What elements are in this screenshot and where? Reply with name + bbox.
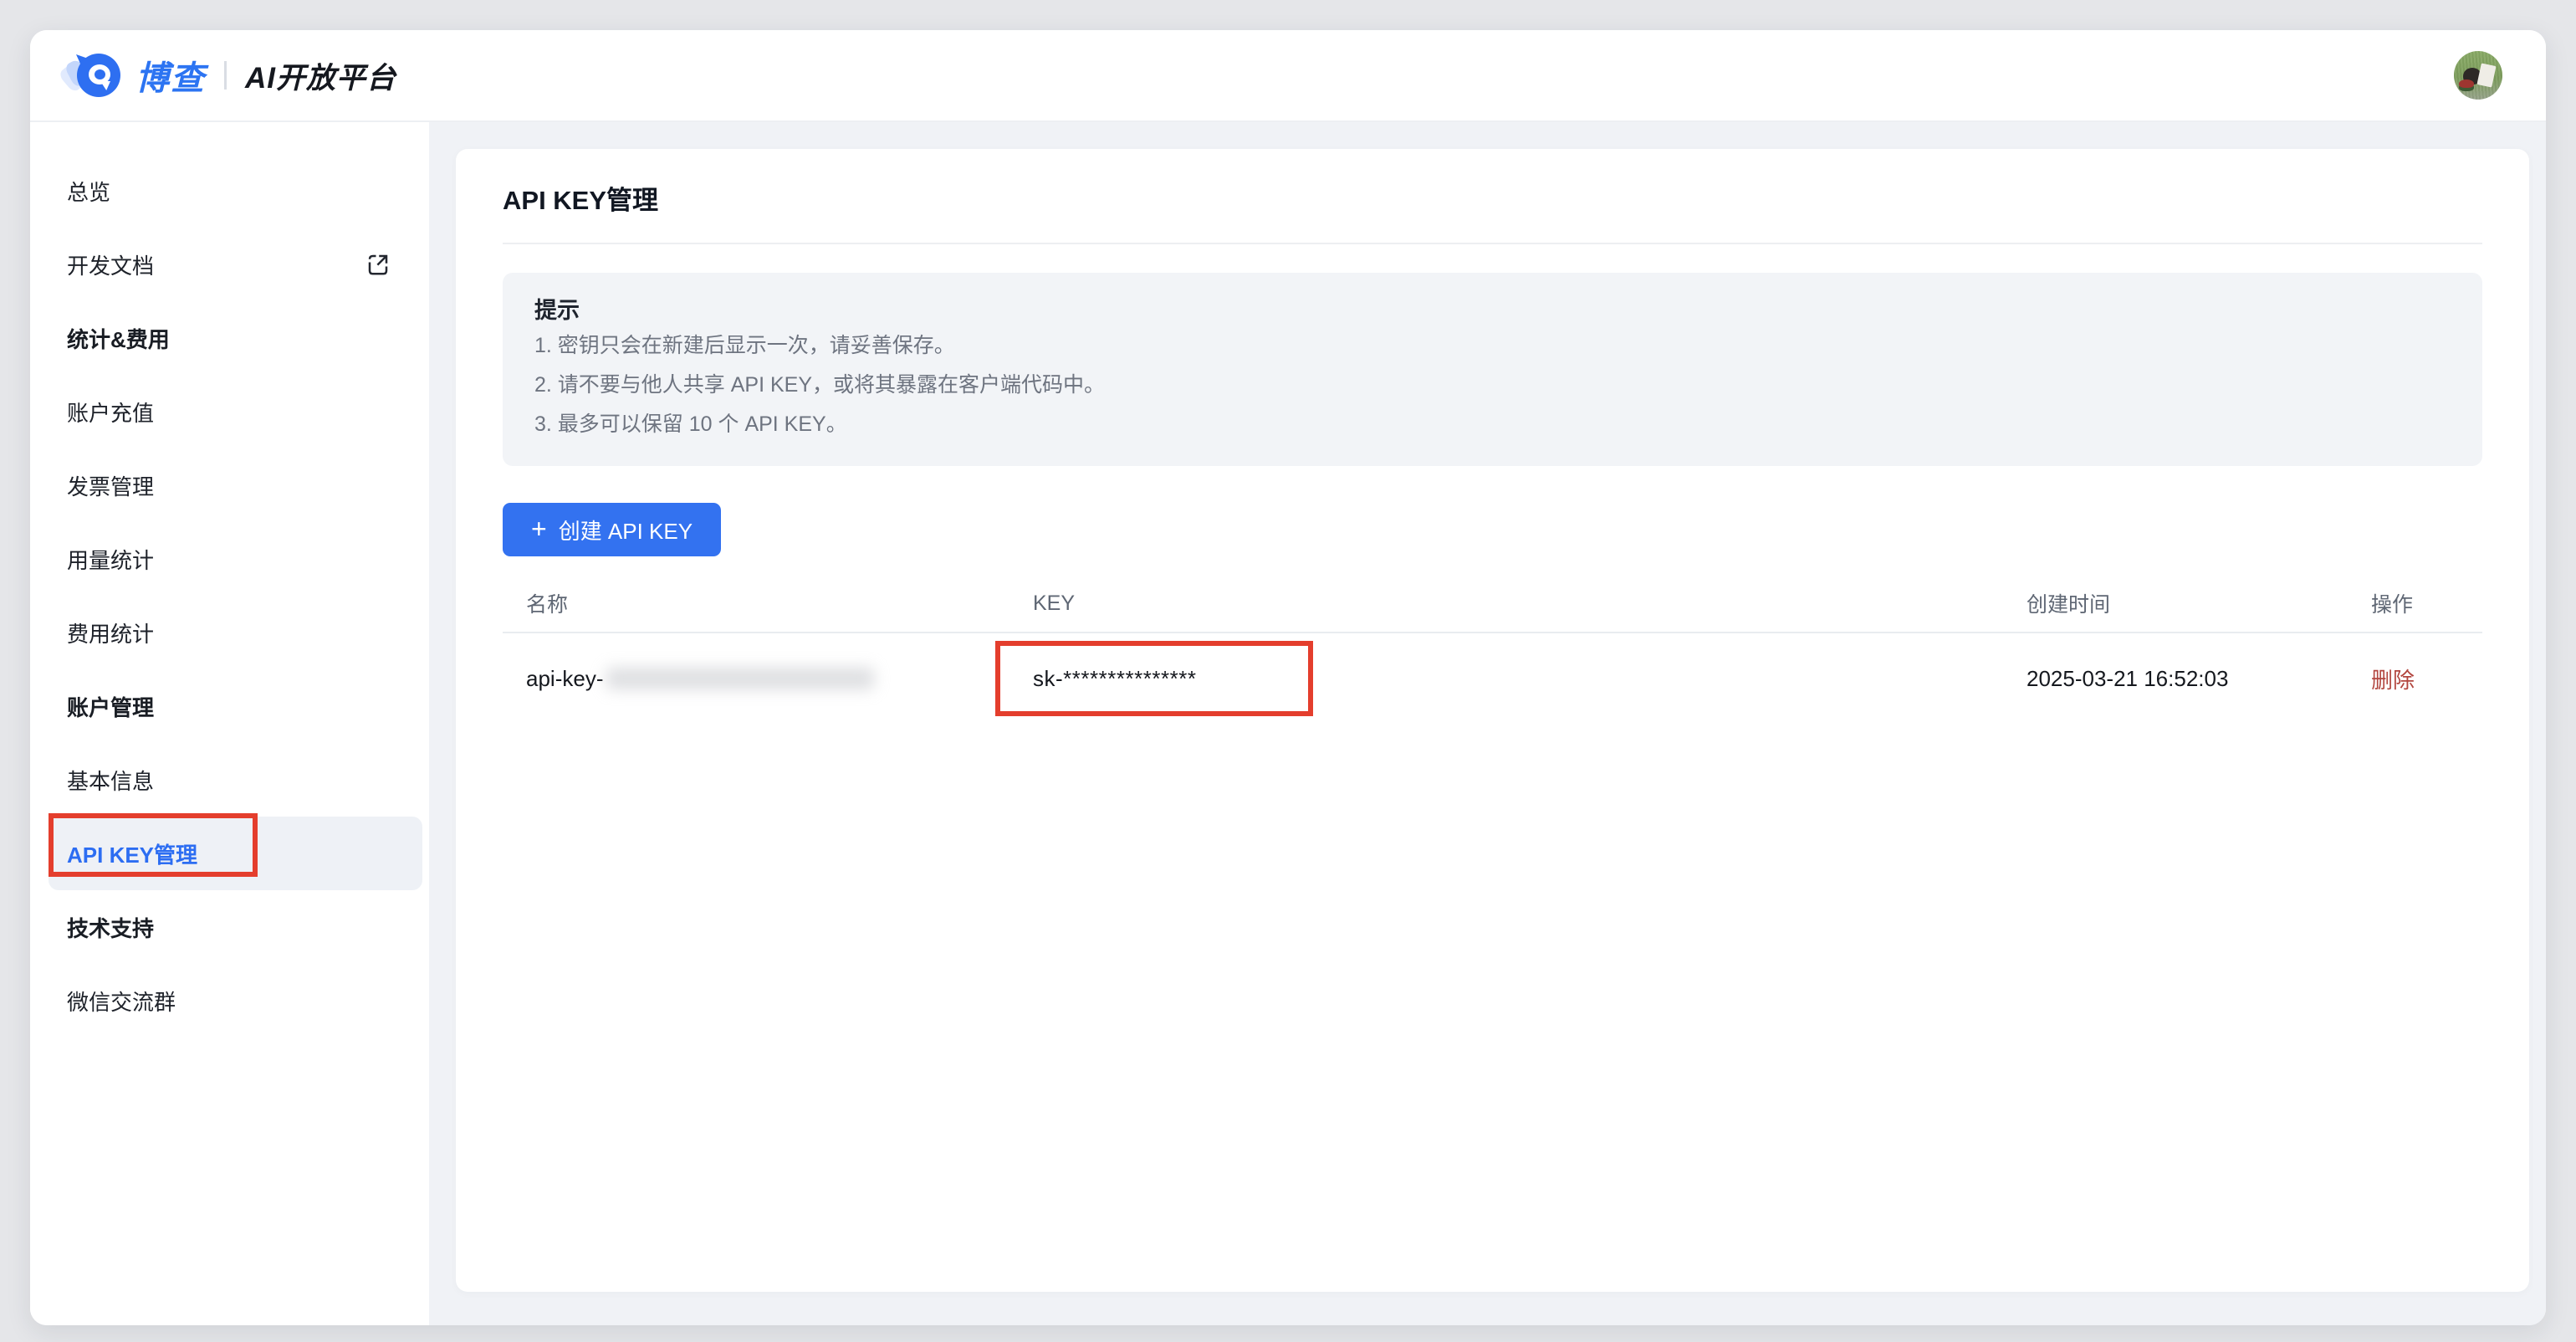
bocha-logo-icon — [75, 52, 122, 99]
sidebar-item-account-recharge[interactable]: 账户充值 — [30, 375, 429, 448]
table-row: api-key- sk-*************** 2025-03-21 1… — [503, 633, 2482, 724]
column-header-created-at: 创建时间 — [2027, 588, 2371, 618]
user-avatar[interactable] — [2454, 51, 2502, 100]
sidebar-item-invoice-management[interactable]: 发票管理 — [30, 448, 429, 522]
brand-name: 博查 — [135, 51, 206, 100]
main-panel: API KEY管理 提示 1. 密钥只会在新建后显示一次，请妥善保存。 2. 请… — [456, 149, 2529, 1292]
sidebar-section-stats-fees: 统计&费用 — [30, 301, 429, 375]
sidebar-section-tech-support: 技术支持 — [30, 890, 429, 964]
sidebar: 总览 开发文档 统计&费用 账户充值 发票管理 用量统计 费用统计 账户管理 基… — [30, 122, 429, 1325]
tips-box: 提示 1. 密钥只会在新建后显示一次，请妥善保存。 2. 请不要与他人共享 AP… — [503, 273, 2482, 466]
api-key-name-prefix: api-key- — [526, 666, 603, 692]
column-header-name: 名称 — [503, 588, 1033, 618]
content-backdrop: API KEY管理 提示 1. 密钥只会在新建后显示一次，请妥善保存。 2. 请… — [429, 122, 2546, 1325]
column-header-actions: 操作 — [2371, 588, 2482, 618]
api-key-name-cell: api-key- — [503, 666, 1033, 692]
avatar-watermelon — [2459, 79, 2474, 88]
title-divider — [503, 243, 2482, 244]
created-at-cell: 2025-03-21 16:52:03 — [2027, 666, 2371, 692]
sidebar-item-usage-stats[interactable]: 用量统计 — [30, 522, 429, 596]
create-api-key-label: 创建 API KEY — [559, 515, 693, 546]
sidebar-item-fee-stats[interactable]: 费用统计 — [30, 596, 429, 669]
bocha-logo[interactable]: 博查 AI开放平台 — [75, 51, 396, 100]
page-title: API KEY管理 — [503, 149, 2482, 216]
sidebar-item-api-key-management[interactable]: API KEY管理 — [49, 817, 422, 890]
platform-title: AI开放平台 — [245, 54, 396, 97]
brand-separator — [224, 61, 227, 90]
api-key-value-cell: sk-*************** — [1033, 666, 2027, 692]
column-header-key: KEY — [1033, 592, 2027, 616]
tips-item: 3. 最多可以保留 10 个 API KEY。 — [534, 405, 2451, 444]
api-key-table: 名称 KEY 创建时间 操作 api-key- sk-*************… — [503, 585, 2482, 724]
sidebar-item-wechat-group[interactable]: 微信交流群 — [30, 964, 429, 1037]
redacted-name-blur — [606, 668, 874, 689]
sidebar-item-label: 开发文档 — [67, 249, 154, 280]
sidebar-item-overview[interactable]: 总览 — [30, 154, 429, 228]
delete-link[interactable]: 删除 — [2371, 668, 2415, 693]
app-header: 博查 AI开放平台 — [30, 30, 2546, 122]
sidebar-item-dev-docs[interactable]: 开发文档 — [30, 228, 429, 301]
sidebar-section-account-management: 账户管理 — [30, 669, 429, 743]
tips-item: 2. 请不要与他人共享 API KEY，或将其暴露在客户端代码中。 — [534, 366, 2451, 405]
tips-title: 提示 — [534, 295, 2451, 326]
external-link-icon — [365, 252, 391, 277]
table-header-row: 名称 KEY 创建时间 操作 — [503, 585, 2482, 622]
app-window: 博查 AI开放平台 总览 开发文档 统计&费用 账户充值 发票管理 用量统计 费… — [30, 30, 2546, 1325]
sidebar-item-basic-info[interactable]: 基本信息 — [30, 743, 429, 817]
plus-icon: + — [531, 515, 547, 542]
create-api-key-button[interactable]: + 创建 API KEY — [503, 503, 721, 556]
tips-item: 1. 密钥只会在新建后显示一次，请妥善保存。 — [534, 326, 2451, 366]
